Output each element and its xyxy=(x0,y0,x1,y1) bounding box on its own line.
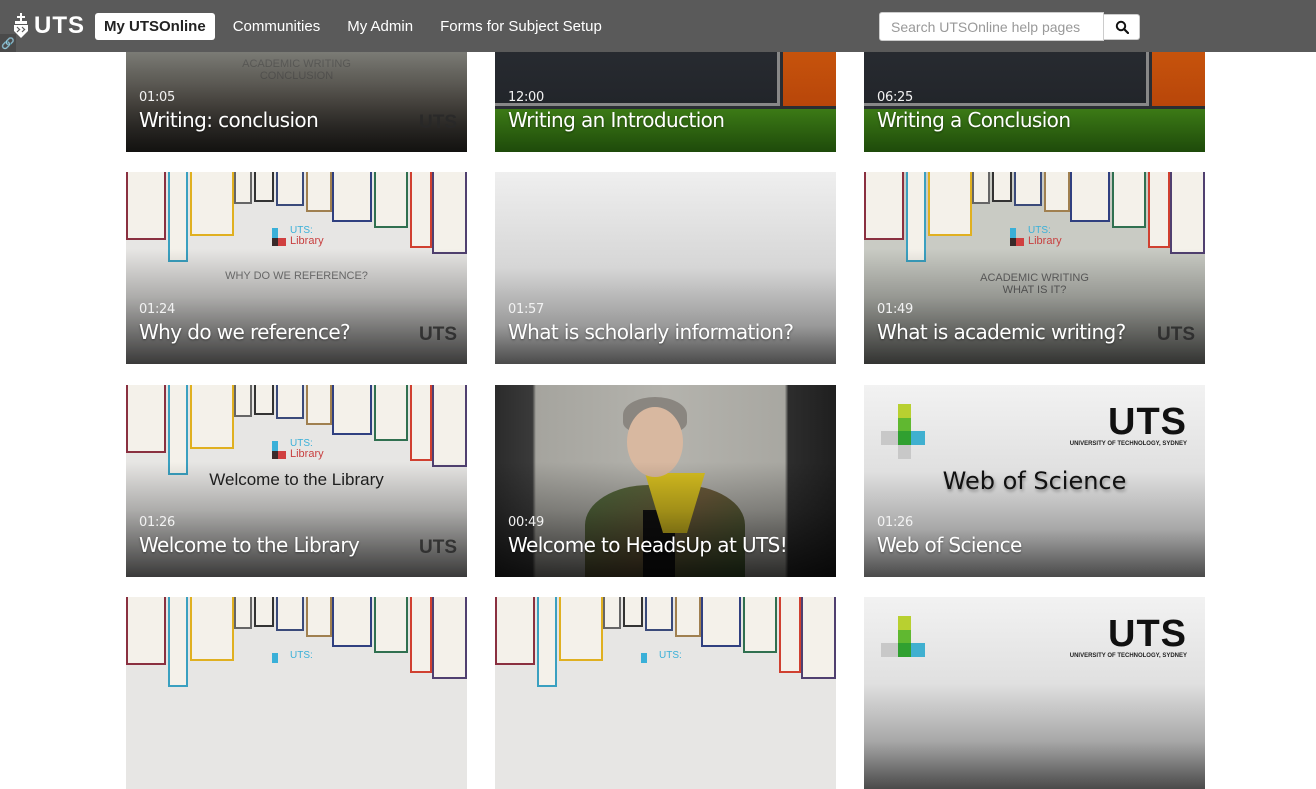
video-title[interactable]: What is academic writing? xyxy=(877,320,1126,344)
book-decoration xyxy=(701,597,741,647)
uts-logo[interactable]: UTS xyxy=(12,12,85,40)
video-duration: 01:24 xyxy=(139,302,175,317)
search-button[interactable] xyxy=(1104,13,1140,40)
book-decoration xyxy=(306,597,332,637)
help-search xyxy=(879,12,1140,41)
nav-forms-for-subject-setup[interactable]: Forms for Subject Setup xyxy=(431,13,611,40)
uts-watermark: UTS xyxy=(1157,324,1195,345)
video-title[interactable]: Writing: conclusion xyxy=(139,108,319,132)
uts-brand-subtitle: UNIVERSITY OF TECHNOLOGY, SYDNEY xyxy=(1069,441,1187,447)
video-card[interactable]: UTS: Library WHY DO WE REFERENCE? UTS 01… xyxy=(126,172,467,364)
book-decoration xyxy=(559,597,603,661)
video-grid: ACADEMIC WRITING CONCLUSION UTS 01:05 Wr… xyxy=(0,0,1316,789)
video-duration: 01:57 xyxy=(508,302,544,317)
logo-text: UTS xyxy=(34,12,85,39)
video-duration: 00:49 xyxy=(508,515,544,530)
video-duration: 06:25 xyxy=(877,90,913,105)
video-title[interactable]: What is scholarly information? xyxy=(508,320,794,344)
link-icon[interactable]: 🔗 xyxy=(0,34,16,52)
book-decoration xyxy=(374,597,408,653)
video-card[interactable]: UTS: xyxy=(126,597,467,789)
book-decoration xyxy=(254,597,274,627)
uts-brand: UTS xyxy=(1108,613,1187,655)
uts-watermark: UTS xyxy=(419,537,457,558)
video-duration: 01:49 xyxy=(877,302,913,317)
book-decoration xyxy=(234,597,252,629)
book-decoration xyxy=(623,597,643,627)
nav-my-utsonline[interactable]: My UTSOnline xyxy=(95,13,215,40)
book-decoration xyxy=(495,597,535,665)
video-card[interactable]: UTS: Library Welcome to the Library UTS … xyxy=(126,385,467,577)
book-decoration xyxy=(743,597,777,653)
book-decoration xyxy=(603,597,621,629)
video-thumbnail: UTS: xyxy=(495,597,836,789)
video-duration: 01:05 xyxy=(139,90,175,105)
video-title[interactable]: Why do we reference? xyxy=(139,320,351,344)
book-decoration xyxy=(332,597,372,647)
video-title[interactable]: Welcome to HeadsUp at UTS! xyxy=(508,533,788,557)
video-card[interactable]: UTS: xyxy=(495,597,836,789)
main-nav: My UTSOnline Communities My Admin Forms … xyxy=(95,13,620,40)
thumbnail-caption: Web of Science xyxy=(942,467,1127,495)
search-input[interactable] xyxy=(879,12,1104,41)
video-thumbnail: UTS UNIVERSITY OF TECHNOLOGY, SYDNEY xyxy=(864,597,1205,789)
book-decoration xyxy=(537,597,557,687)
book-decoration xyxy=(276,597,304,631)
video-title[interactable]: Writing a Conclusion xyxy=(877,108,1071,132)
video-card[interactable]: UTS: Library ACADEMIC WRITING WHAT IS IT… xyxy=(864,172,1205,364)
uts-watermark: UTS xyxy=(419,324,457,345)
book-decoration xyxy=(410,597,432,673)
book-decoration xyxy=(190,597,234,661)
book-decoration xyxy=(432,597,467,679)
search-icon xyxy=(1115,20,1129,34)
video-title[interactable]: Web of Science xyxy=(877,533,1022,557)
video-card[interactable]: 01:57 What is scholarly information? xyxy=(495,172,836,364)
video-title[interactable]: Welcome to the Library xyxy=(139,533,360,557)
top-navigation-bar: UTS 🔗 My UTSOnline Communities My Admin … xyxy=(0,0,1316,52)
video-duration: 01:26 xyxy=(139,515,175,530)
book-decoration xyxy=(126,597,166,665)
book-decoration xyxy=(645,597,673,631)
uts-brand-subtitle: UNIVERSITY OF TECHNOLOGY, SYDNEY xyxy=(1069,653,1187,659)
book-decoration xyxy=(675,597,701,637)
video-duration: 01:26 xyxy=(877,515,913,530)
video-card[interactable]: UTS UNIVERSITY OF TECHNOLOGY, SYDNEY Web… xyxy=(864,385,1205,577)
video-card[interactable]: 00:49 Welcome to HeadsUp at UTS! xyxy=(495,385,836,577)
uts-watermark: UTS xyxy=(419,112,457,133)
nav-my-admin[interactable]: My Admin xyxy=(338,13,422,40)
book-decoration xyxy=(168,597,188,687)
book-decoration xyxy=(801,597,836,679)
video-title[interactable]: Writing an Introduction xyxy=(508,108,725,132)
book-decoration xyxy=(779,597,801,673)
video-thumbnail: UTS: xyxy=(126,597,467,789)
uts-brand: UTS xyxy=(1108,401,1187,443)
nav-communities[interactable]: Communities xyxy=(224,13,330,40)
video-duration: 12:00 xyxy=(508,90,544,105)
video-card[interactable]: UTS UNIVERSITY OF TECHNOLOGY, SYDNEY xyxy=(864,597,1205,789)
